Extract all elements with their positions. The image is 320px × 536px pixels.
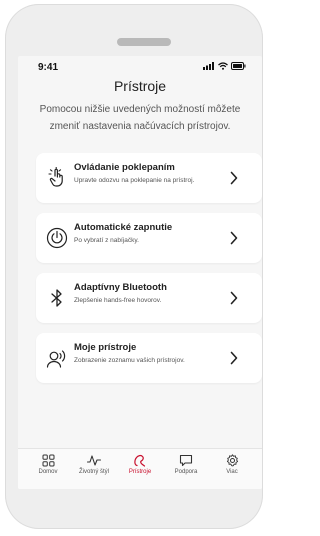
app-screen: 9:41 Prístroje Pomocou nižšie uvedených … <box>18 56 262 489</box>
chevron-right-icon <box>230 351 238 365</box>
page-title: Prístroje <box>113 78 167 94</box>
wifi-icon <box>218 62 228 70</box>
phone-speaker <box>117 38 171 46</box>
card-auto-power-on[interactable]: Automatické zapnutie Po vybratí z nabíja… <box>36 213 262 263</box>
tab-more[interactable]: Viac <box>210 454 254 488</box>
card-my-devices[interactable]: Moje prístroje Zobrazenie zoznamu vašich… <box>36 333 262 383</box>
activity-icon <box>87 455 101 466</box>
gear-icon <box>226 454 238 467</box>
hearing-aid-icon <box>134 454 146 467</box>
card-title: Moje prístroje <box>74 342 137 353</box>
status-bar: 9:41 <box>18 56 262 76</box>
status-time: 9:41 <box>38 62 59 73</box>
tab-label: Prístroje <box>128 469 152 475</box>
card-title: Adaptívny Bluetooth <box>74 282 167 293</box>
tab-lifestyle[interactable]: Životný štýl <box>72 454 116 488</box>
card-subtitle: Upravte odozvu na poklepanie na prístroj… <box>74 177 195 184</box>
bluetooth-icon <box>51 289 62 307</box>
grid-icon <box>42 454 54 467</box>
person-sound-icon <box>46 350 66 368</box>
tab-devices[interactable]: Prístroje <box>118 454 162 488</box>
card-subtitle: Po vybratí z nabíjačky. <box>74 237 139 244</box>
signal-icon <box>203 62 214 70</box>
chevron-right-icon <box>230 291 238 305</box>
intro-line-1: Pomocou nižšie uvedených možností môžete <box>39 104 241 115</box>
card-adaptive-bluetooth[interactable]: Adaptívny Bluetooth Zlepšenie hands-free… <box>36 273 262 323</box>
chevron-right-icon <box>230 171 238 185</box>
tab-label: Viac <box>226 469 238 475</box>
battery-icon <box>231 62 246 70</box>
card-title: Automatické zapnutie <box>74 222 173 233</box>
chevron-right-icon <box>230 231 238 245</box>
tab-home[interactable]: Domov <box>26 454 70 488</box>
card-subtitle: Zlepšenie hands-free hovorov. <box>74 297 162 304</box>
tab-bar: Domov Životný štýl Prístroje Podpora Via… <box>18 448 262 489</box>
tab-label: Životný štýl <box>78 469 109 475</box>
card-title: Ovládanie poklepaním <box>74 162 175 173</box>
tab-label: Domov <box>38 469 58 475</box>
page-intro: Pomocou nižšie uvedených možností môžete… <box>18 101 262 135</box>
card-tap-control[interactable]: Ovládanie poklepaním Upravte odozvu na p… <box>36 153 262 203</box>
chat-icon <box>179 454 193 467</box>
card-subtitle: Zobrazenie zoznamu vašich prístrojov. <box>74 357 185 364</box>
power-icon <box>46 227 68 249</box>
phone-frame: 9:41 Prístroje Pomocou nižšie uvedených … <box>5 4 263 529</box>
tap-hand-icon <box>48 167 63 187</box>
intro-line-2: zmeniť nastavenia načúvacích prístrojov. <box>49 121 231 132</box>
tab-label: Podpora <box>174 469 198 475</box>
status-icons <box>203 62 246 70</box>
tab-support[interactable]: Podpora <box>164 454 208 488</box>
